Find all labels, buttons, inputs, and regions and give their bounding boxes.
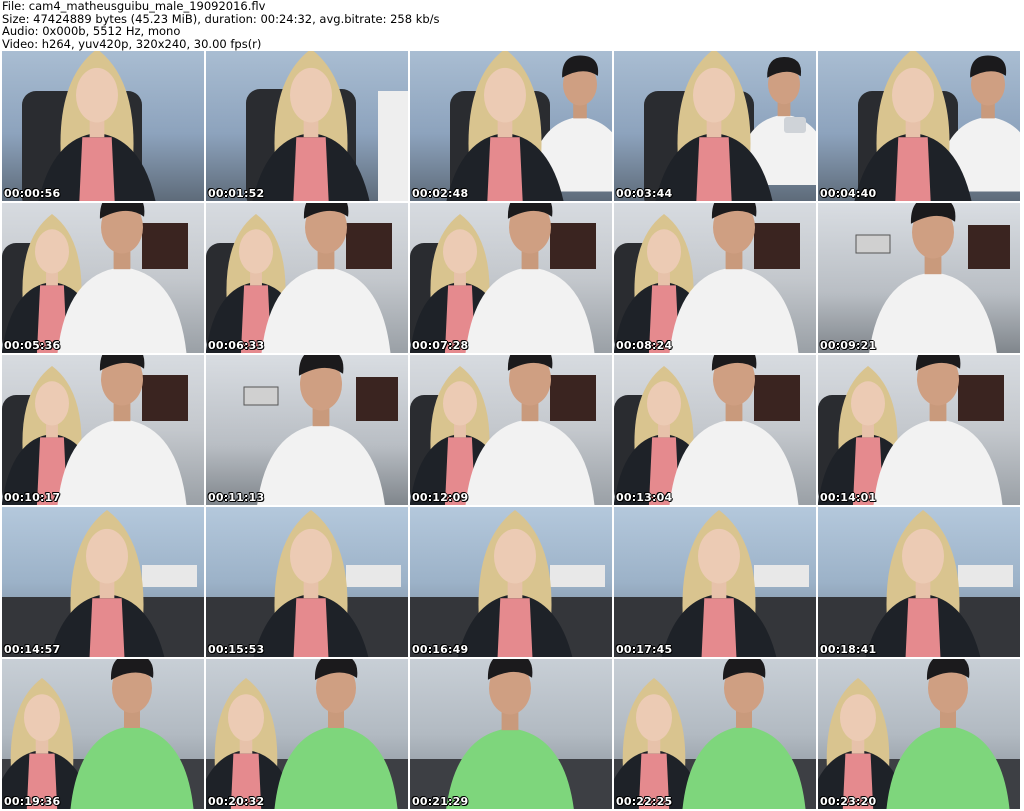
thumbnail-timestamp: 00:05:36 [4, 339, 61, 352]
video-thumbnail: 00:17:45 [614, 507, 816, 657]
thumbnail-image [818, 510, 1020, 657]
video-thumbnail: 00:20:32 [206, 659, 408, 809]
thumbnail-timestamp: 00:06:33 [208, 339, 265, 352]
thumbnail-timestamp: 00:08:24 [616, 339, 673, 352]
thumbnail-image [614, 355, 800, 505]
file-info-header: File: cam4_matheusguibu_male_19092016.fl… [2, 0, 1022, 50]
thumbnail-timestamp: 00:03:44 [616, 187, 673, 200]
thumbnail-timestamp: 00:21:29 [412, 795, 469, 808]
video-thumbnail: 00:11:13 [206, 355, 408, 505]
thumbnail-image [818, 659, 1020, 809]
thumbnail-image [206, 203, 392, 353]
thumbnail-timestamp: 00:14:57 [4, 643, 61, 656]
video-thumbnail: 00:09:21 [818, 203, 1020, 353]
video-thumbnail: 00:19:36 [2, 659, 204, 809]
thumbnail-timestamp: 00:13:04 [616, 491, 673, 504]
thumbnail-image [614, 203, 800, 353]
video-thumbnail: 00:22:25 [614, 659, 816, 809]
thumbnail-timestamp: 00:19:36 [4, 795, 61, 808]
thumbnail-timestamp: 00:11:13 [208, 491, 265, 504]
video-thumbnail: 00:07:28 [410, 203, 612, 353]
thumbnail-image [206, 510, 408, 657]
thumbnail-image [614, 659, 816, 809]
thumbnail-image [446, 51, 612, 201]
thumbnail-image [22, 51, 156, 201]
video-thumbnail: 00:03:44 [614, 51, 816, 201]
thumbnail-timestamp: 00:12:09 [412, 491, 469, 504]
video-thumbnail: 00:02:48 [410, 51, 612, 201]
thumbnail-image [243, 355, 398, 505]
thumbnail-timestamp: 00:18:41 [820, 643, 877, 656]
thumbnail-timestamp: 00:01:52 [208, 187, 265, 200]
video-thumbnail: 00:04:40 [818, 51, 1020, 201]
thumbnail-timestamp: 00:15:53 [208, 643, 265, 656]
thumbnail-timestamp: 00:02:48 [412, 187, 469, 200]
thumbnail-timestamp: 00:00:56 [4, 187, 61, 200]
thumbnail-timestamp: 00:14:01 [820, 491, 877, 504]
video-info-line: Video: h264, yuv420p, 320x240, 30.00 fps… [2, 36, 262, 51]
video-thumbnail: 00:01:52 [206, 51, 408, 201]
thumbnail-timestamp: 00:09:21 [820, 339, 877, 352]
thumbnail-image [855, 203, 1010, 353]
file-name-line: File: cam4_matheusguibu_male_19092016.fl… [2, 0, 266, 13]
thumbnail-timestamp: 00:20:32 [208, 795, 265, 808]
thumbnail-grid: 00:00:56 00:01:52 00:02:48 00:03:44 00:04:40… [2, 51, 1020, 809]
video-thumbnail: 00:21:29 [410, 659, 612, 809]
thumbnail-image [818, 355, 1004, 505]
thumbnail-image [246, 51, 408, 201]
thumbnail-image [410, 510, 612, 657]
thumbnail-timestamp: 00:17:45 [616, 643, 673, 656]
audio-info-line: Audio: 0x000b, 5512 Hz, mono [2, 24, 181, 38]
thumbnail-image [410, 355, 596, 505]
video-thumbnail: 00:10:17 [2, 355, 204, 505]
thumbnail-image [2, 203, 188, 353]
video-thumbnail: 00:23:20 [818, 659, 1020, 809]
video-thumbnail: 00:12:09 [410, 355, 612, 505]
video-thumbnail: 00:15:53 [206, 507, 408, 657]
thumbnail-image [2, 659, 204, 809]
video-thumbnail: 00:16:49 [410, 507, 612, 657]
thumbnail-image [2, 510, 204, 657]
video-thumbnail: 00:14:57 [2, 507, 204, 657]
thumbnail-timestamp: 00:04:40 [820, 187, 877, 200]
video-thumbnail: 00:00:56 [2, 51, 204, 201]
thumbnail-image [410, 659, 612, 809]
video-thumbnail: 00:05:36 [2, 203, 204, 353]
video-thumbnail: 00:18:41 [818, 507, 1020, 657]
video-thumbnail: 00:14:01 [818, 355, 1020, 505]
thumbnail-image [2, 355, 188, 505]
thumbnail-timestamp: 00:23:20 [820, 795, 877, 808]
thumbnail-image [614, 510, 816, 657]
thumbnail-timestamp: 00:16:49 [412, 643, 469, 656]
video-thumbnail: 00:08:24 [614, 203, 816, 353]
thumbnail-image [410, 203, 596, 353]
thumbnail-image [644, 51, 816, 201]
thumbnail-timestamp: 00:22:25 [616, 795, 673, 808]
video-thumbnail: 00:06:33 [206, 203, 408, 353]
thumbnail-timestamp: 00:07:28 [412, 339, 469, 352]
thumbnail-image [206, 659, 408, 809]
thumbnail-timestamp: 00:10:17 [4, 491, 61, 504]
video-thumbnail: 00:13:04 [614, 355, 816, 505]
thumbnail-image [854, 51, 1020, 201]
